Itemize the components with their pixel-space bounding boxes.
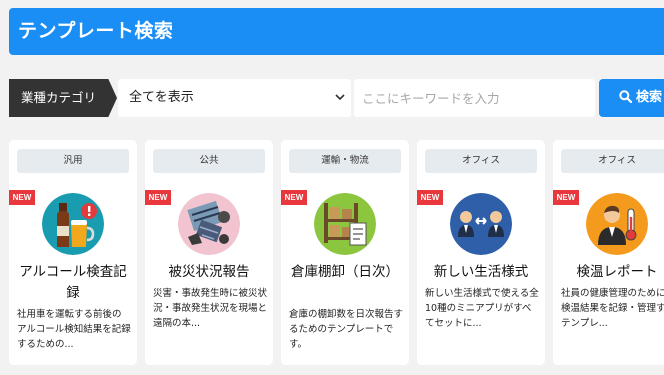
social-distance-icon [450,193,512,255]
category-tag: オフィス [561,149,664,173]
thermometer-person-icon [586,193,648,255]
card-description: 社用車を運転する前後のアルコール検知結果を記録するための... [17,309,131,350]
category-tag: 汎用 [17,149,129,173]
chevron-down-icon [335,79,345,133]
template-card[interactable]: オフィス NEW 新しい生活様式 新しい生活様式で使える全10種のミニアプリがす… [417,140,545,365]
card-description: 倉庫の棚卸数を日次報告するためのテンプレートです。 [289,309,404,350]
card-title: アルコール検査記録 [19,264,127,301]
search-icon [619,81,633,104]
template-card[interactable]: オフィス NEW 検温レポート 社員の健康管理のために、検温結果を記録・管理する… [553,140,664,365]
template-card[interactable]: 公共 NEW 被災状況報告 災害・事故発生時に被災状況・事故発生状況を現場と遠隔… [145,140,273,365]
card-title: 検温レポート [576,264,658,280]
disaster-debris-icon [178,193,240,255]
search-input[interactable] [354,79,595,117]
page-header: テンプレート検索 [9,8,664,55]
card-title: 新しい生活様式 [433,264,529,280]
category-tag: 公共 [153,149,265,173]
page-title: テンプレート検索 [18,20,174,42]
template-card[interactable]: 運輸・物流 NEW 倉庫棚卸（日次） 倉庫の棚卸数を日次報告するためのテンプレー… [281,140,409,365]
card-description: 社員の健康管理のために、検温結果を記録・管理するテンプレ... [561,288,664,329]
card-title: 被災状況報告 [168,264,250,280]
new-badge: NEW [417,190,443,205]
warehouse-shelf-icon [314,193,376,255]
category-select-value: 全てを表示 [129,90,194,105]
card-description: 新しい生活様式で使える全10種のミニアプリがすべてセットに... [425,288,539,329]
new-badge: NEW [281,190,307,205]
search-button[interactable]: 検索 [599,79,664,117]
category-tag: オフィス [425,149,537,173]
beer-bottle-icon [42,193,104,255]
new-badge: NEW [553,190,579,205]
search-button-label: 検索 [636,90,663,105]
card-title: 倉庫棚卸（日次） [291,264,399,280]
card-description: 災害・事故発生時に被災状況・事故発生状況を現場と遠隔の本... [153,288,268,329]
category-label: 業種カテゴリ [9,79,117,117]
new-badge: NEW [145,190,171,205]
new-badge: NEW [9,190,35,205]
category-select[interactable]: 全てを表示 [118,79,351,117]
filter-bar: 業種カテゴリ 全てを表示 検索 [9,79,664,117]
template-card[interactable]: 汎用 NEW アルコール検査記録 社用車を運転する前後のアルコール検知結果を記録… [9,140,137,365]
category-tag: 運輸・物流 [289,149,401,173]
